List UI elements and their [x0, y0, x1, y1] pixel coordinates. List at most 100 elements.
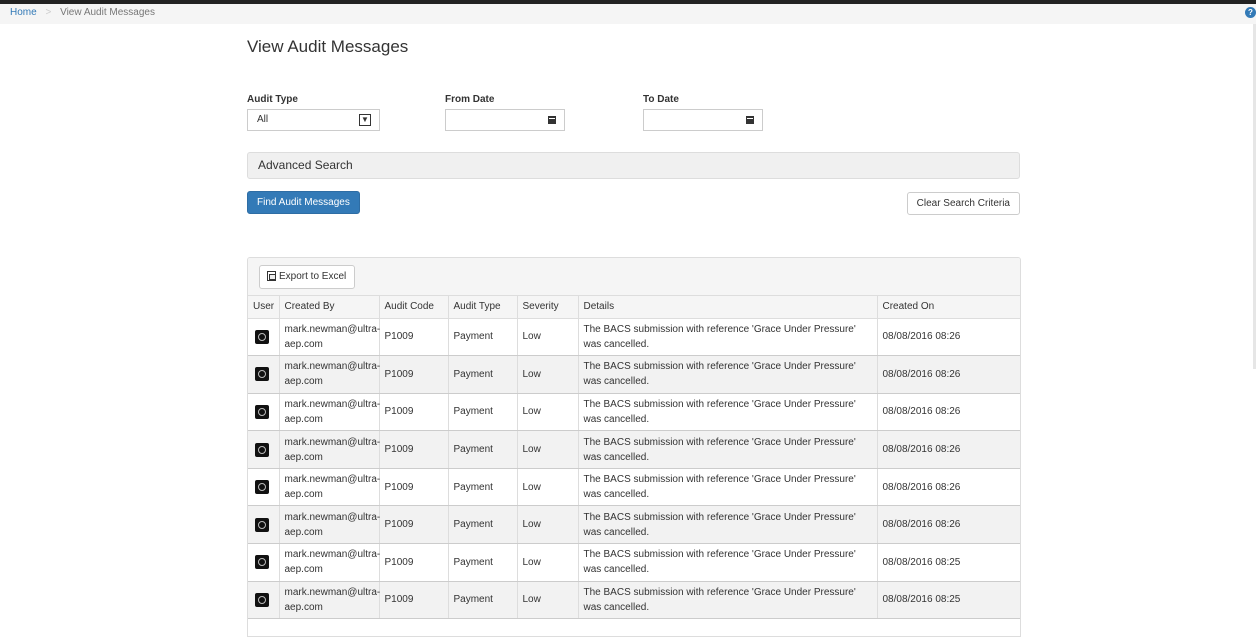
- cell-details: The BACS submission with reference 'Grac…: [578, 393, 878, 432]
- cell-user: [248, 505, 280, 545]
- to-date-input[interactable]: [643, 109, 763, 131]
- from-date-input[interactable]: [445, 109, 565, 131]
- advanced-search-panel[interactable]: Advanced Search: [247, 152, 1020, 179]
- created-by-line2: aep.com: [284, 376, 323, 388]
- cell-created-by: mark.newman@ultra-aep.com: [279, 393, 380, 432]
- created-by-line2: aep.com: [284, 601, 323, 613]
- table-row[interactable]: mark.newman@ultra-aep.com P1009 Payment Low…: [248, 468, 1020, 507]
- user-avatar-icon: [255, 367, 269, 382]
- cell-created-on: 08/08/2016 08:26: [877, 318, 1020, 357]
- cell-severity: Low: [517, 468, 579, 507]
- clear-search-criteria-button[interactable]: Clear Search Criteria: [906, 192, 1020, 215]
- cell-details: The BACS submission with reference 'Grac…: [578, 355, 878, 394]
- calendar-icon[interactable]: [548, 116, 556, 124]
- breadcrumb-separator: >: [45, 7, 52, 18]
- created-by-line2: aep.com: [284, 564, 323, 576]
- cell-user: [248, 430, 280, 469]
- col-header-created-by[interactable]: Created By: [279, 296, 380, 319]
- created-by-line1: mark.newman@ultra-: [284, 361, 381, 373]
- table-row[interactable]: mark.newman@ultra-aep.com P1009 Payment Low…: [248, 318, 1020, 357]
- cell-created-by: mark.newman@ultra-aep.com: [279, 355, 381, 394]
- cell-details: The BACS submission with reference 'Grac…: [578, 318, 878, 357]
- created-by-line1: mark.newman@ultra-: [284, 511, 381, 523]
- created-by-line1: mark.newman@ultra-: [284, 474, 381, 486]
- audit-type-select[interactable]: All ▼: [247, 109, 380, 131]
- breadcrumb-home-link[interactable]: Home: [10, 7, 37, 18]
- cell-audit-type: Payment: [448, 430, 518, 469]
- cell-severity: Low: [517, 318, 579, 357]
- export-to-excel-button[interactable]: Export to Excel: [259, 265, 356, 289]
- created-by-line1: mark.newman@ultra-: [284, 436, 381, 448]
- created-by-line1: mark.newman@ultra-: [284, 586, 381, 598]
- cell-severity: Low: [517, 581, 579, 620]
- cell-audit-code: P1009: [379, 393, 449, 432]
- cell-audit-type: Payment: [448, 468, 518, 507]
- cell-severity: Low: [517, 543, 579, 582]
- cell-user: [248, 468, 280, 507]
- cell-created-on: 08/08/2016 08:25: [877, 581, 1020, 620]
- audit-grid: Export to Excel User Created By Audit Co…: [247, 257, 1021, 637]
- col-header-user[interactable]: User: [248, 296, 280, 319]
- breadcrumb-current: View Audit Messages: [60, 7, 155, 18]
- col-header-audit-type[interactable]: Audit Type: [448, 296, 518, 319]
- from-date-label: From Date: [445, 94, 495, 105]
- cell-audit-code: P1009: [379, 318, 449, 357]
- cell-audit-type: Payment: [448, 543, 518, 582]
- col-header-details[interactable]: Details: [578, 296, 878, 319]
- to-date-field: To Date: [643, 94, 763, 131]
- created-by-line2: aep.com: [284, 338, 323, 350]
- cell-created-on: 08/08/2016 08:25: [877, 543, 1020, 582]
- cell-user: [248, 543, 280, 582]
- table-row[interactable]: mark.newman@ultra-aep.com P1009 Payment Low…: [248, 543, 1020, 582]
- cell-created-on: 08/08/2016 08:26: [877, 468, 1020, 507]
- cell-user: [248, 581, 280, 620]
- chevron-down-icon[interactable]: ▼: [359, 114, 371, 126]
- cell-created-by: mark.newman@ultra-aep.com: [279, 468, 381, 507]
- col-header-created-on[interactable]: Created On: [877, 296, 1020, 319]
- cell-created-on: 08/08/2016 08:26: [877, 355, 1020, 394]
- calendar-icon[interactable]: [746, 116, 754, 124]
- cell-severity: Low: [517, 505, 579, 545]
- table-row[interactable]: mark.newman@ultra-aep.com P1009 Payment Low…: [248, 430, 1020, 469]
- cell-details: The BACS submission with reference 'Grac…: [578, 543, 878, 582]
- cell-details: The BACS submission with reference 'Grac…: [578, 468, 878, 507]
- table-body: mark.newman@ultra-aep.com P1009 Payment Low…: [248, 318, 1020, 620]
- table-row[interactable]: mark.newman@ultra-aep.com P1009 Payment Low…: [248, 581, 1020, 620]
- cell-details: The BACS submission with reference 'Grac…: [578, 505, 878, 545]
- cell-audit-code: P1009: [379, 581, 449, 620]
- col-header-severity[interactable]: Severity: [517, 296, 579, 319]
- table-row[interactable]: mark.newman@ultra-aep.com P1009 Payment Low…: [248, 505, 1020, 545]
- cell-created-on: 08/08/2016 08:26: [877, 430, 1020, 469]
- cell-audit-code: P1009: [379, 468, 449, 507]
- cell-severity: Low: [517, 393, 579, 432]
- cell-audit-code: P1009: [379, 543, 449, 582]
- created-by-line2: aep.com: [284, 413, 323, 425]
- grid-toolbar: Export to Excel: [248, 258, 1020, 296]
- cell-audit-code: P1009: [379, 505, 449, 545]
- cell-audit-type: Payment: [448, 318, 518, 357]
- excel-icon: [267, 271, 276, 281]
- cell-user: [248, 393, 280, 432]
- cell-audit-code: P1009: [379, 430, 449, 469]
- created-by-line1: mark.newman@ultra-: [284, 323, 381, 335]
- table-row[interactable]: mark.newman@ultra-aep.com P1009 Payment Low…: [248, 355, 1020, 394]
- cell-created-by: mark.newman@ultra-aep.com: [279, 505, 381, 545]
- find-audit-messages-button[interactable]: Find Audit Messages: [247, 191, 360, 214]
- cell-created-by: mark.newman@ultra-aep.com: [279, 430, 381, 469]
- user-avatar-icon: [255, 329, 269, 344]
- cell-details: The BACS submission with reference 'Grac…: [578, 581, 878, 620]
- cell-created-by: mark.newman@ultra-aep.com: [279, 543, 381, 582]
- cell-created-by: mark.newman@ultra-aep.com: [279, 581, 381, 620]
- audit-type-value: All: [257, 114, 269, 125]
- table-row[interactable]: mark.newman@ultra-aep.com P1009 Payment Low…: [248, 393, 1020, 432]
- created-by-line1: mark.newman@ultra-: [284, 549, 381, 561]
- export-label: Export to Excel: [279, 271, 347, 282]
- audit-type-field: Audit Type All ▼: [247, 94, 380, 131]
- help-icon[interactable]: ?: [1245, 7, 1256, 18]
- col-header-audit-code[interactable]: Audit Code: [379, 296, 449, 319]
- cell-audit-code: P1009: [379, 355, 449, 394]
- cell-severity: Low: [517, 355, 579, 394]
- cell-audit-type: Payment: [448, 505, 518, 545]
- audit-type-label: Audit Type: [247, 94, 298, 105]
- table-header-row: User Created By Audit Code Audit Type Se…: [248, 296, 1020, 319]
